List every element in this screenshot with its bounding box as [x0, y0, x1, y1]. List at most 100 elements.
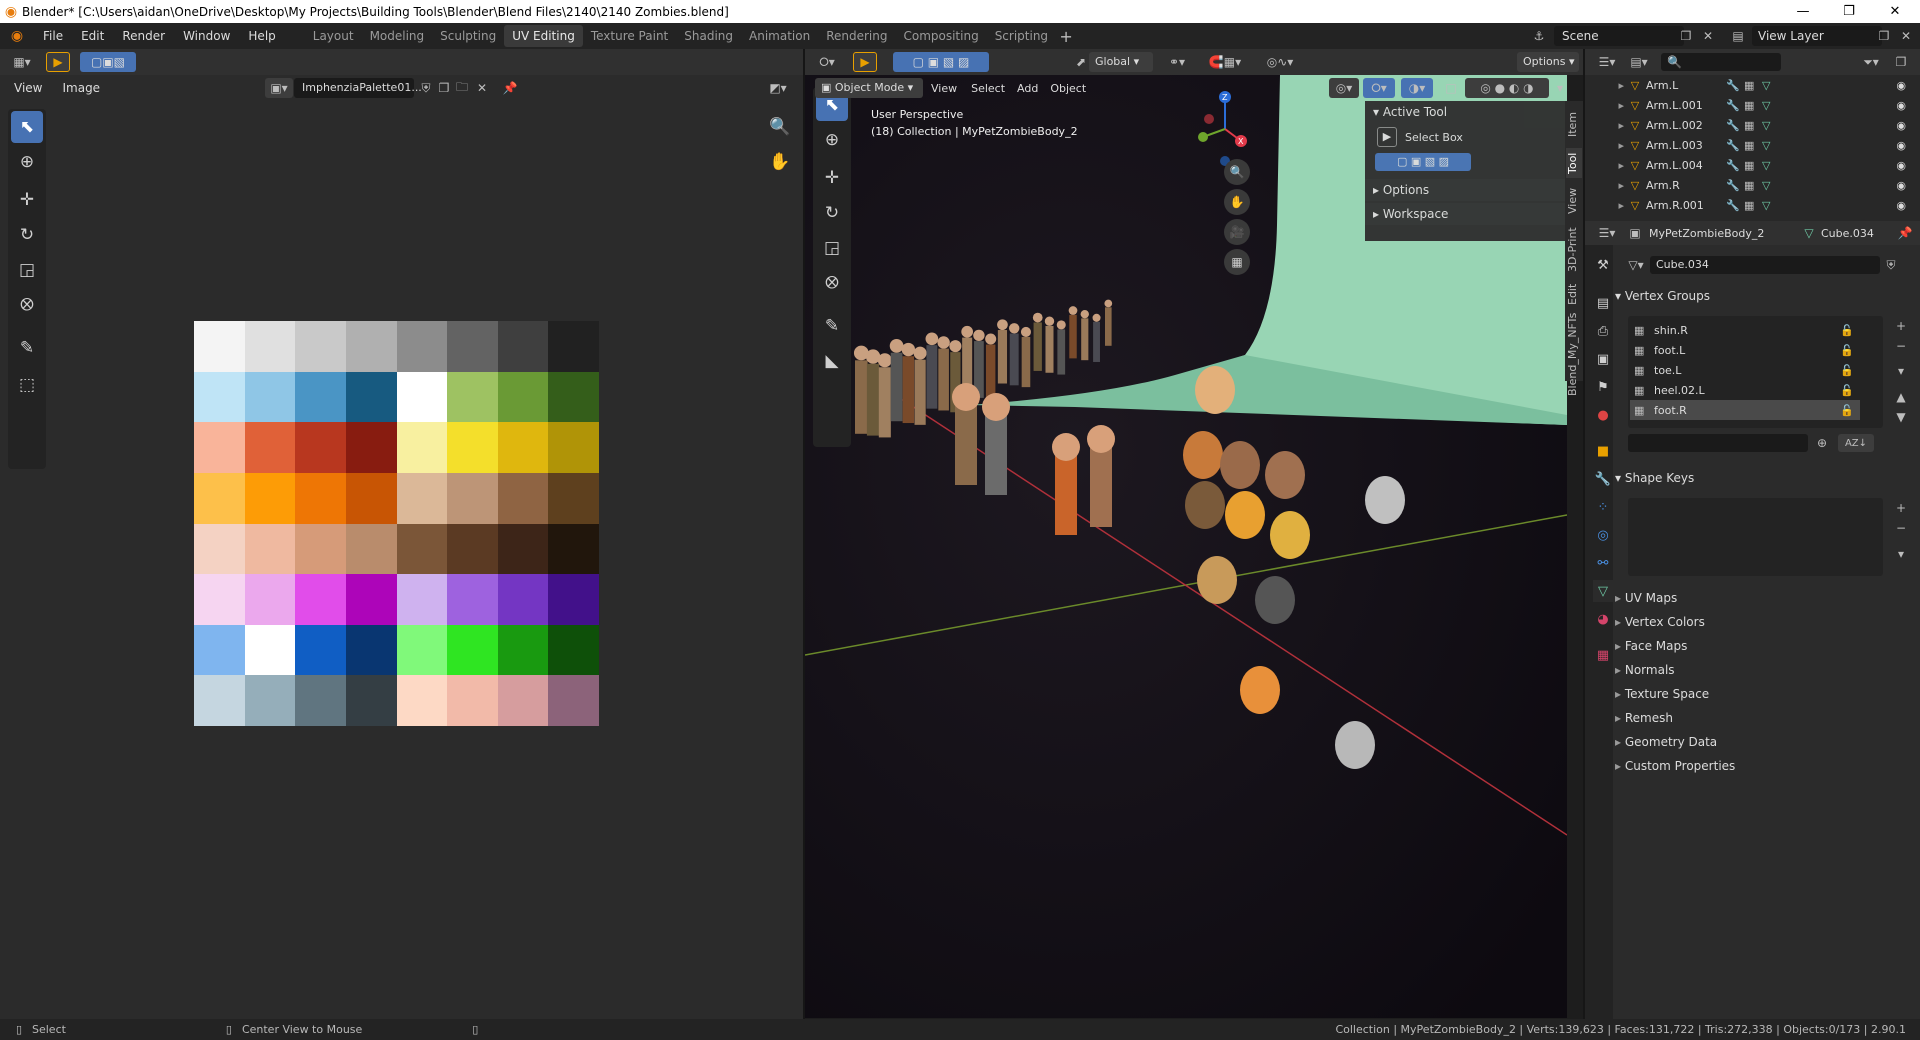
- remove-scene-icon[interactable]: ✕: [1698, 26, 1718, 46]
- transform-icon[interactable]: ⭙: [11, 289, 43, 321]
- vertex-group-specials-icon[interactable]: ▾: [1892, 362, 1910, 380]
- close-icon[interactable]: ✕: [1872, 0, 1918, 23]
- image-name-field[interactable]: ImphenziaPalette01...: [294, 78, 422, 98]
- overlay-toggle-icon[interactable]: ◑▾: [1401, 78, 1433, 98]
- panel-section[interactable]: ▸ Face Maps: [1615, 635, 1687, 657]
- properties-editor-type-icon[interactable]: ☰▾: [1593, 226, 1621, 240]
- fake-user-shield-icon[interactable]: ⛨: [1880, 258, 1902, 273]
- visibility-eye-icon[interactable]: ◉: [1896, 139, 1906, 152]
- viewport-menu-view[interactable]: View: [923, 82, 965, 95]
- active-tool-modes[interactable]: ▢ ▣ ▧ ▨: [1365, 151, 1565, 173]
- vertex-group-item[interactable]: ▦ foot.R 🔓: [1630, 400, 1860, 420]
- visibility-eye-icon[interactable]: ◉: [1896, 179, 1906, 192]
- visibility-eye-icon[interactable]: ◉: [1896, 99, 1906, 112]
- menu-window[interactable]: Window: [174, 23, 239, 49]
- viewport-scale-icon[interactable]: ◲: [816, 232, 848, 264]
- display-mode-icon[interactable]: ▤▾: [1625, 55, 1653, 69]
- scene-selector-icon[interactable]: ⚓: [1525, 26, 1553, 46]
- material-props-icon[interactable]: ◕: [1593, 608, 1613, 630]
- filter-options-icon[interactable]: ⊕: [1812, 434, 1832, 452]
- tool-props-icon[interactable]: ⚒: [1593, 254, 1613, 276]
- shading-modes-icon[interactable]: ◎ ● ◐ ◑: [1465, 78, 1549, 98]
- outliner-item[interactable]: ▸ ▽ Arm.L.004 🔧 ▦ ▽ ◉: [1588, 155, 1920, 175]
- mesh-browse-icon[interactable]: ▽▾: [1622, 258, 1650, 272]
- active-tool-row[interactable]: ▶ Select Box: [1365, 123, 1565, 151]
- panel-section[interactable]: ▸ Normals: [1615, 659, 1675, 681]
- visibility-eye-icon[interactable]: ◉: [1896, 119, 1906, 132]
- world-props-icon[interactable]: ●: [1593, 404, 1613, 426]
- move-down-icon[interactable]: ▼: [1892, 408, 1910, 426]
- outliner-editor-type-icon[interactable]: ☰▾: [1593, 55, 1621, 69]
- object-mode-dropdown[interactable]: ▣ Object Mode ▾: [815, 78, 923, 98]
- visibility-icon[interactable]: ◎▾: [1329, 78, 1359, 98]
- select-mode-icon[interactable]: ▶: [46, 52, 70, 72]
- menu-edit[interactable]: Edit: [72, 23, 113, 49]
- outliner-item[interactable]: ▸ ▽ Arm.R 🔧 ▦ ▽ ◉: [1588, 175, 1920, 195]
- remove-shape-key-icon[interactable]: −: [1892, 519, 1910, 537]
- expand-arrow-icon[interactable]: ▸: [1588, 199, 1624, 212]
- vertex-group-filter-input[interactable]: [1628, 434, 1808, 452]
- tab-texture-paint[interactable]: Texture Paint: [583, 25, 676, 47]
- annotate-icon[interactable]: ✎: [11, 332, 43, 364]
- viewport-move-icon[interactable]: ✛: [816, 162, 848, 194]
- pan-hand-icon[interactable]: ✋: [764, 146, 796, 178]
- vertex-group-item[interactable]: ▦ shin.R 🔓: [1630, 320, 1860, 340]
- image-browse-icon[interactable]: ▣▾: [265, 78, 293, 98]
- view-layer-icon[interactable]: ▤: [1724, 26, 1752, 46]
- snap-icon[interactable]: 🧲▦▾: [1195, 52, 1255, 72]
- tab-scripting[interactable]: Scripting: [987, 25, 1056, 47]
- render-props-icon[interactable]: ▤: [1593, 292, 1613, 314]
- expand-arrow-icon[interactable]: ▸: [1588, 79, 1624, 92]
- expand-arrow-icon[interactable]: ▸: [1588, 159, 1624, 172]
- view-layer-props-icon[interactable]: ▣: [1593, 348, 1613, 370]
- menu-image[interactable]: Image: [56, 81, 106, 95]
- tab-modeling[interactable]: Modeling: [362, 25, 433, 47]
- pivot-icon[interactable]: ⚭▾: [1157, 52, 1197, 72]
- viewport-rotate-icon[interactable]: ↻: [816, 197, 848, 229]
- filter-icon[interactable]: ⏷▾: [1857, 55, 1885, 70]
- tab-shading[interactable]: Shading: [676, 25, 741, 47]
- new-image-icon[interactable]: ❐: [434, 81, 454, 95]
- object-props-icon[interactable]: ■: [1593, 440, 1613, 462]
- tab-animation[interactable]: Animation: [741, 25, 818, 47]
- active-tool-section[interactable]: ▾ Active Tool: [1365, 101, 1565, 123]
- tab-3d-print[interactable]: 3D-Print: [1566, 224, 1582, 276]
- open-image-icon[interactable]: 🗀: [452, 78, 472, 99]
- visibility-eye-icon[interactable]: ◉: [1896, 199, 1906, 212]
- expand-arrow-icon[interactable]: ▸: [1588, 179, 1624, 192]
- restore-icon[interactable]: ❐: [1826, 0, 1872, 23]
- tab-layout[interactable]: Layout: [305, 25, 362, 47]
- expand-arrow-icon[interactable]: ▸: [1588, 139, 1624, 152]
- outliner-item[interactable]: ▸ ▽ Arm.L 🔧 ▦ ▽ ◉: [1588, 75, 1920, 95]
- new-view-layer-icon[interactable]: ❐: [1874, 26, 1894, 46]
- menu-view[interactable]: View: [0, 81, 56, 95]
- shape-keys-list[interactable]: [1628, 498, 1883, 576]
- outliner-item[interactable]: ▸ ▽ Arm.L.002 🔧 ▦ ▽ ◉: [1588, 115, 1920, 135]
- display-channels-icon[interactable]: ◩▾: [764, 81, 792, 95]
- lock-icon[interactable]: 🔓: [1840, 364, 1860, 377]
- view-layer-field[interactable]: View Layer: [1752, 26, 1882, 46]
- output-props-icon[interactable]: ⎙: [1593, 320, 1613, 342]
- menu-render[interactable]: Render: [113, 23, 174, 49]
- vertex-group-item[interactable]: ▦ heel.02.L 🔓: [1630, 380, 1860, 400]
- new-collection-icon[interactable]: ❐: [1891, 55, 1911, 69]
- zoom-icon[interactable]: 🔍: [764, 111, 796, 143]
- menu-help[interactable]: Help: [239, 23, 284, 49]
- texture-props-icon[interactable]: ▦: [1593, 644, 1613, 666]
- proportional-edit-icon[interactable]: ◎∿▾: [1255, 52, 1305, 72]
- tab-blend-my-nfts[interactable]: Blend_My_NFTs: [1566, 312, 1582, 396]
- remove-view-layer-icon[interactable]: ✕: [1896, 26, 1916, 46]
- tab-compositing[interactable]: Compositing: [895, 25, 986, 47]
- tab-item[interactable]: Item: [1566, 106, 1582, 142]
- workspace-section[interactable]: ▸ Workspace: [1365, 203, 1565, 225]
- modifier-props-icon[interactable]: 🔧: [1593, 468, 1613, 490]
- select-box-icon[interactable]: ⬉: [11, 111, 43, 143]
- outliner-search-input[interactable]: 🔍: [1661, 53, 1781, 71]
- 3d-viewport[interactable]: User Perspective (18) Collection | MyPet…: [805, 75, 1567, 1018]
- options-section[interactable]: ▸ Options: [1365, 179, 1565, 201]
- tab-rendering[interactable]: Rendering: [818, 25, 895, 47]
- lock-icon[interactable]: 🔓: [1840, 404, 1860, 417]
- panel-section[interactable]: ▸ Texture Space: [1615, 683, 1709, 705]
- viewport-cursor-icon[interactable]: ⊕: [816, 124, 848, 156]
- tab-tool[interactable]: Tool: [1566, 148, 1582, 178]
